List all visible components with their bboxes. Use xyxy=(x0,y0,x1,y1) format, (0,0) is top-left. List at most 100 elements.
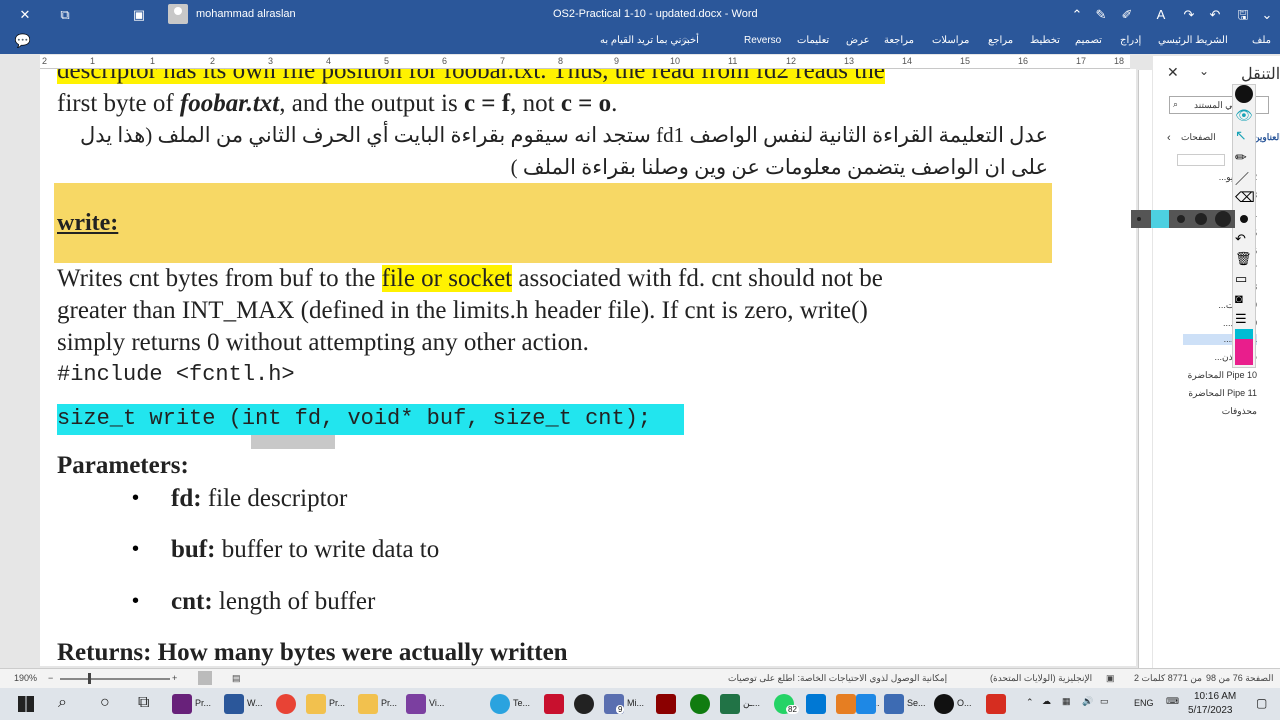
size-selected-icon[interactable] xyxy=(1151,210,1169,228)
tab-mailings[interactable]: مراسلات xyxy=(932,35,969,46)
highlighter-icon[interactable]: ✐ xyxy=(1118,6,1136,24)
board-icon[interactable]: ▭ xyxy=(1235,271,1247,287)
line-icon[interactable]: ／ xyxy=(1235,169,1249,189)
horizontal-ruler[interactable]: 2 1 1 2 3 4 5 6 7 8 9 10 11 12 13 14 15 … xyxy=(40,55,1130,69)
tab-headings[interactable]: العناوين xyxy=(1253,132,1280,143)
ruler-mark: 11 xyxy=(728,56,738,66)
tab-insert[interactable]: إدراج xyxy=(1120,35,1141,46)
avatar[interactable] xyxy=(168,4,188,24)
volume-icon[interactable]: 🔊 xyxy=(1082,696,1093,707)
size-dot-icon[interactable] xyxy=(1177,215,1185,223)
comments-icon[interactable]: 💬 xyxy=(14,32,32,50)
title-bar: ✕ ⧉ ▣ mohammad alraslan OS2-Practical 1-… xyxy=(0,0,1280,30)
ruler-mark: 2 xyxy=(210,56,216,66)
tab-review[interactable]: مراجعة xyxy=(884,35,914,46)
tab-design[interactable]: تصميم xyxy=(1075,35,1102,46)
param-item: buf: buffer to write data to xyxy=(171,536,440,563)
tab-references[interactable]: مراجع xyxy=(988,35,1013,46)
cortana-icon[interactable]: ○ xyxy=(100,694,110,712)
color-swatch-magenta[interactable] xyxy=(1235,339,1253,365)
tab-help[interactable]: تعليمات xyxy=(797,35,829,46)
pin-icon[interactable] xyxy=(1235,85,1253,103)
chevron-down-icon[interactable]: ⌄ xyxy=(1199,64,1209,78)
trash-icon[interactable]: 🗑 xyxy=(1235,251,1252,267)
keyboard-icon[interactable]: ⌨ xyxy=(1166,696,1179,707)
zoom-out-icon[interactable]: − xyxy=(48,673,53,683)
vertical-ruler[interactable] xyxy=(1138,70,1152,668)
quick-access-icon[interactable]: ⌄ xyxy=(1258,6,1276,24)
notifications-icon[interactable]: ▢ xyxy=(1256,696,1267,710)
tab-home[interactable]: الشريط الرئيسي xyxy=(1158,35,1228,46)
zoom-slider[interactable] xyxy=(60,678,170,680)
ruler-mark: 4 xyxy=(326,56,332,66)
size-dot-icon[interactable] xyxy=(1195,213,1207,225)
notes-icon[interactable]: ☰ xyxy=(1235,311,1247,327)
ruler-mark: 10 xyxy=(670,56,681,66)
search-icon[interactable]: ⌕ xyxy=(58,694,67,712)
restore-icon[interactable]: ⧉ xyxy=(56,6,74,24)
clock-time[interactable]: 10:16 AM xyxy=(1194,691,1236,702)
document-page[interactable]: descriptor has its own file position for… xyxy=(40,69,1136,666)
navigation-pane: ✕ ⌄ التنقل ⌕ بحث في المستند ‹ الصفحات ال… xyxy=(1153,56,1280,668)
nav-scroll-box[interactable] xyxy=(1177,154,1225,166)
bullet-icon: • xyxy=(132,590,140,612)
minimize-icon[interactable]: ⌃ xyxy=(1068,6,1086,24)
save-icon[interactable]: 🖫 xyxy=(1234,6,1252,24)
network-icon[interactable]: ▦ xyxy=(1062,696,1071,707)
accessibility-status[interactable]: إمكانية الوصول لذوي الاحتياجات الخاصة: ا… xyxy=(728,673,947,684)
tab-view[interactable]: عرض xyxy=(846,35,870,46)
task-view-icon[interactable]: ⧉ xyxy=(138,694,149,712)
language-indicator[interactable]: ENG xyxy=(1134,698,1154,708)
size-dot-icon[interactable] xyxy=(1215,211,1231,227)
xbox-icon xyxy=(690,694,710,714)
clock-date[interactable]: 5/17/2023 xyxy=(1188,705,1233,716)
print-layout-icon[interactable] xyxy=(198,671,212,685)
battery-icon[interactable]: ▭ xyxy=(1100,696,1109,707)
weather-icon[interactable]: ☁ xyxy=(1042,696,1051,707)
tab-layout[interactable]: تخطيط xyxy=(1030,35,1060,46)
autosave-icon[interactable]: ✕ xyxy=(16,6,34,24)
app-icon xyxy=(856,694,876,714)
param-item: fd: file descriptor xyxy=(171,485,348,512)
chevron-left-icon[interactable]: ‹ xyxy=(1167,132,1171,144)
description-line2: greater than INT_MAX (defined in the lim… xyxy=(57,297,868,324)
notification-badge: 82 xyxy=(786,705,799,714)
bullet-icon: • xyxy=(132,538,140,560)
undo-icon[interactable]: ↶ xyxy=(1235,231,1246,247)
zoom-slider-thumb[interactable] xyxy=(88,673,91,684)
tab-reverso[interactable]: Reverso xyxy=(744,35,781,46)
app-icon xyxy=(884,694,904,714)
color-swatch-cyan[interactable] xyxy=(1235,329,1253,339)
nav-item[interactable]: Pipe 10 المحاضرة xyxy=(1183,370,1257,381)
page-number[interactable]: الصفحة 76 من 98 xyxy=(1206,673,1273,684)
close-icon[interactable]: ✕ xyxy=(1167,64,1179,81)
tab-pages[interactable]: الصفحات xyxy=(1181,132,1216,143)
language-status[interactable]: الإنجليزية (الولايات المتحدة) xyxy=(990,673,1092,684)
nav-item[interactable]: Pipe 11 المحاضرة xyxy=(1183,388,1257,399)
user-name[interactable]: mohammad alraslan xyxy=(196,8,296,20)
windows-start-icon[interactable] xyxy=(18,696,34,712)
proofing-icon[interactable]: ▣ xyxy=(1106,673,1115,684)
chevron-up-icon[interactable]: ⌃ xyxy=(1026,697,1034,708)
cursor-icon[interactable]: ↖ xyxy=(1235,127,1247,144)
redo-icon[interactable]: ↷ xyxy=(1180,6,1198,24)
tab-file[interactable]: ملف xyxy=(1252,35,1271,46)
nav-pane-title: التنقل xyxy=(1241,66,1280,83)
param-item: cnt: length of buffer xyxy=(171,588,376,615)
eraser-icon[interactable]: ⌫ xyxy=(1235,189,1255,206)
zoom-in-icon[interactable]: + xyxy=(172,673,177,683)
undo-icon[interactable]: ↶ xyxy=(1206,6,1224,24)
dot-icon[interactable] xyxy=(1240,215,1248,223)
word-count[interactable]: 2 من 8771 كلمات xyxy=(1134,673,1202,684)
eye-icon[interactable]: 👁 xyxy=(1235,107,1253,124)
window-icon[interactable]: ▣ xyxy=(130,6,148,24)
nav-item[interactable]: محذوفات xyxy=(1183,406,1257,417)
pen-icon[interactable]: ✎ xyxy=(1092,6,1110,24)
excel-icon xyxy=(720,694,740,714)
read-mode-icon[interactable]: ▤ xyxy=(232,673,241,684)
pencil-icon[interactable]: ✏ xyxy=(1235,149,1247,166)
size-dot-icon[interactable] xyxy=(1137,217,1141,221)
zoom-level[interactable]: 190% xyxy=(14,673,37,683)
camera-icon[interactable]: ◙ xyxy=(1235,291,1243,306)
font-color-icon[interactable]: A xyxy=(1152,6,1170,24)
